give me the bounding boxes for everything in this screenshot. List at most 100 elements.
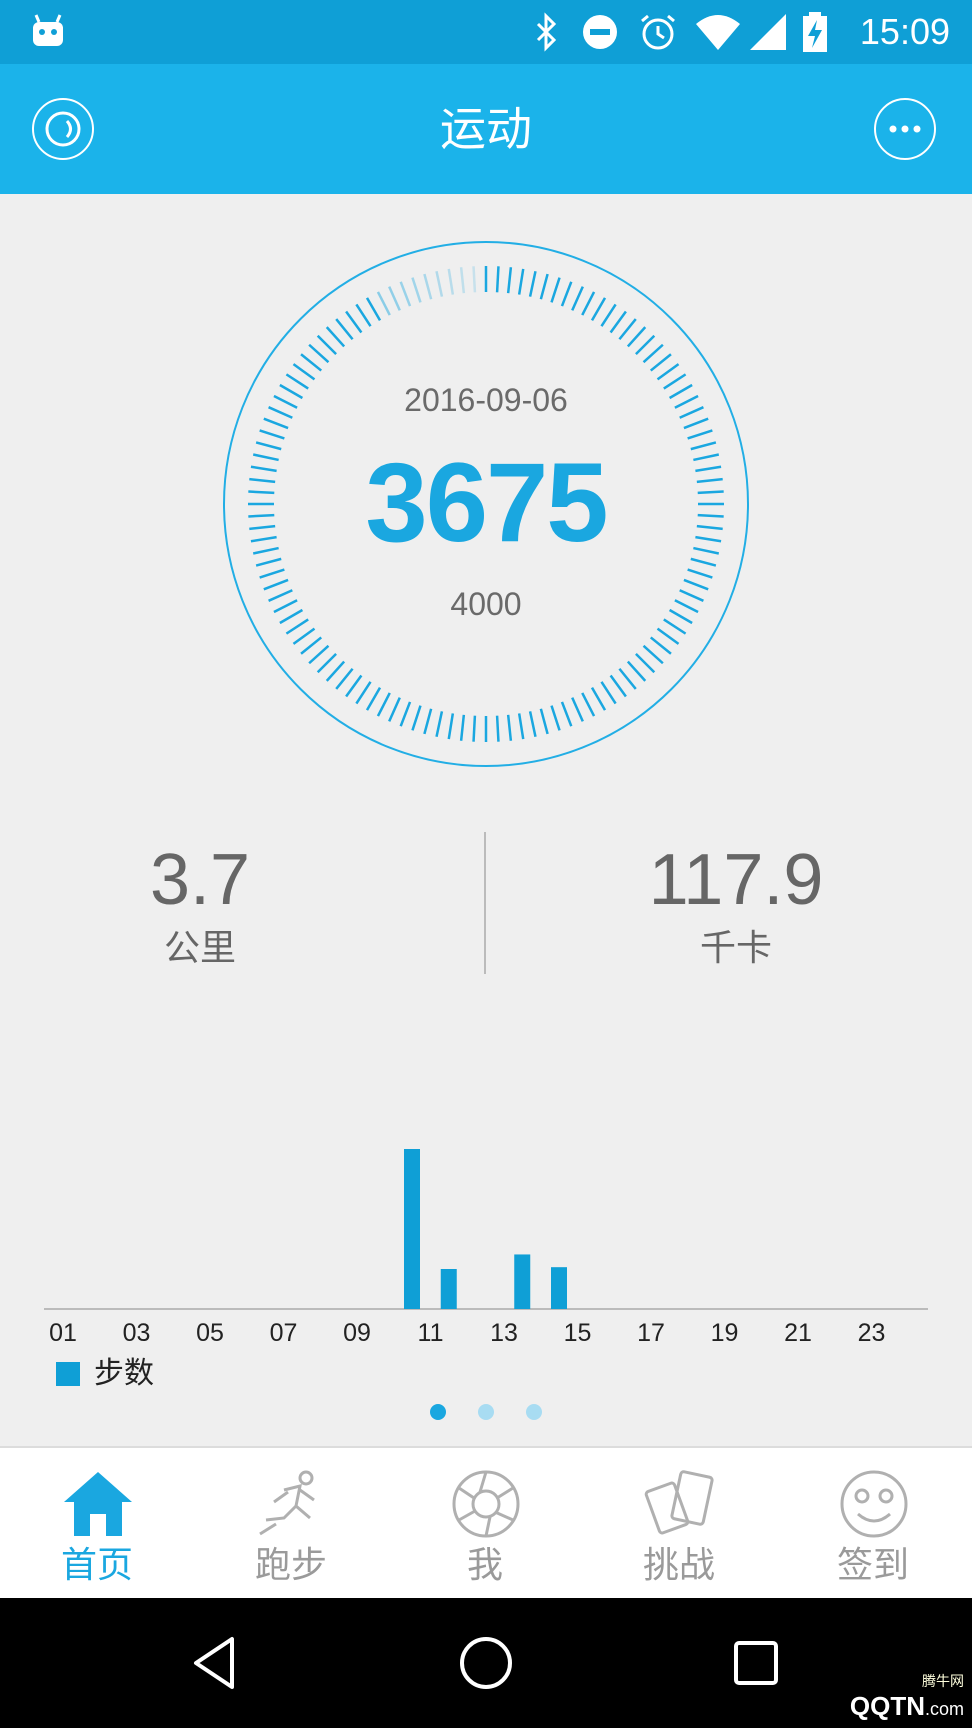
dial-tick bbox=[355, 681, 372, 705]
runner-icon bbox=[259, 1470, 315, 1536]
dial-tick bbox=[388, 697, 401, 722]
home-icon bbox=[64, 1472, 132, 1536]
do-not-disturb-icon bbox=[583, 15, 617, 49]
alarm-icon bbox=[641, 14, 675, 50]
stat-divider bbox=[484, 832, 486, 974]
dial-tick bbox=[472, 266, 477, 293]
back-icon[interactable] bbox=[186, 1633, 246, 1693]
page-dot[interactable] bbox=[526, 1404, 542, 1420]
dial-tick bbox=[528, 711, 537, 738]
dial-tick bbox=[517, 268, 525, 295]
page-dot[interactable] bbox=[430, 1404, 446, 1420]
dial-tick bbox=[683, 417, 709, 430]
tab-challenge-label: 挑战 bbox=[642, 1545, 715, 1586]
dial-tick bbox=[560, 281, 573, 307]
signal-icon bbox=[750, 14, 786, 50]
legend-swatch bbox=[56, 1362, 80, 1386]
more-button[interactable] bbox=[874, 98, 936, 160]
bottom-tab-bar: 首页 跑步 我 挑战 签到 bbox=[0, 1446, 972, 1600]
tab-home-label: 首页 bbox=[60, 1545, 133, 1586]
dial-tick bbox=[495, 715, 500, 742]
dial-tick bbox=[335, 667, 354, 690]
dial-tick bbox=[335, 318, 354, 341]
android-robot-icon bbox=[33, 14, 63, 46]
dial-tick bbox=[308, 343, 330, 364]
dial-date: 2016-09-06 bbox=[404, 382, 568, 418]
recents-icon[interactable] bbox=[726, 1633, 786, 1693]
dial-tick bbox=[581, 692, 596, 717]
dial-tick bbox=[609, 674, 627, 698]
chart-x-tick-label: 15 bbox=[564, 1319, 592, 1347]
page-indicator bbox=[0, 1404, 972, 1424]
chart-bar-hour-12 bbox=[514, 1254, 531, 1309]
step-dial[interactable]: 2016-09-06 3675 4000 bbox=[222, 240, 750, 768]
legend-label: 步数 bbox=[94, 1356, 154, 1391]
watermark-suffix: .com bbox=[924, 1699, 964, 1719]
status-bar: 15:09 bbox=[0, 0, 972, 64]
tab-checkin[interactable]: 签到 bbox=[776, 1448, 970, 1600]
dial-tick bbox=[506, 714, 513, 741]
dial-tick bbox=[388, 286, 401, 311]
chart-bar-hour-13 bbox=[551, 1267, 567, 1309]
dial-tick bbox=[581, 291, 596, 316]
tab-checkin-label: 签到 bbox=[836, 1545, 909, 1586]
dial-tick bbox=[618, 318, 637, 341]
dial-tick bbox=[411, 705, 422, 731]
dial-tick bbox=[259, 568, 285, 579]
hourly-steps-chart[interactable]: 01 03 05 07 09 11 13 15 17 19 21 23 bbox=[0, 1120, 972, 1370]
dial-tick bbox=[656, 363, 680, 381]
tab-challenge[interactable]: 挑战 bbox=[582, 1448, 776, 1600]
chart-x-tick-label: 09 bbox=[343, 1319, 371, 1347]
dial-tick bbox=[435, 711, 444, 738]
dial-tick bbox=[263, 417, 289, 430]
distance-unit: 公里 bbox=[163, 928, 236, 969]
dial-tick bbox=[459, 267, 466, 294]
chart-x-tick-label: 03 bbox=[123, 1319, 151, 1347]
dial-tick bbox=[642, 343, 664, 364]
bluetooth-icon bbox=[536, 12, 557, 52]
chart-bar-hour-10 bbox=[440, 1269, 457, 1309]
chart-x-tick-label: 07 bbox=[270, 1319, 298, 1347]
watermark-small: 腾牛网 bbox=[922, 1673, 964, 1689]
chart-x-tick-label: 05 bbox=[196, 1319, 224, 1347]
dial-tick bbox=[687, 568, 713, 579]
chart-x-tick-label: 17 bbox=[637, 1319, 665, 1347]
status-time: 15:09 bbox=[859, 11, 950, 52]
dial-tick bbox=[590, 297, 607, 322]
dial-tick bbox=[316, 653, 337, 674]
smiley-icon bbox=[840, 1470, 908, 1538]
home-circle-icon[interactable] bbox=[456, 1633, 516, 1693]
tab-home[interactable]: 首页 bbox=[0, 1448, 194, 1600]
dial-tick bbox=[618, 667, 637, 690]
step-count: 3675 bbox=[365, 440, 608, 565]
aperture-icon bbox=[452, 1470, 520, 1538]
dial-tick bbox=[355, 303, 372, 327]
cards-icon bbox=[644, 1470, 714, 1535]
dial-tick bbox=[435, 270, 444, 297]
dial-tick bbox=[590, 686, 607, 711]
watermark: 腾牛网 QQTN.com bbox=[850, 1671, 964, 1722]
dial-tick bbox=[528, 270, 537, 297]
dial-tick bbox=[550, 277, 561, 303]
page-dot[interactable] bbox=[478, 1404, 494, 1420]
dial-tick bbox=[656, 627, 680, 645]
chart-x-tick-label: 23 bbox=[858, 1319, 886, 1347]
chart-x-tick-label: 19 bbox=[711, 1319, 739, 1347]
dial-tick bbox=[308, 644, 330, 665]
dial-tick bbox=[459, 714, 466, 741]
dial-tick bbox=[649, 636, 672, 655]
dial-tick bbox=[325, 660, 346, 682]
chart-x-tick-label: 01 bbox=[49, 1319, 77, 1347]
dial-tick bbox=[345, 674, 363, 698]
tab-me-label: 我 bbox=[466, 1545, 503, 1586]
tab-me[interactable]: 我 bbox=[388, 1448, 582, 1600]
dial-tick bbox=[571, 697, 584, 722]
system-nav-bar: 腾牛网 QQTN.com bbox=[0, 1598, 972, 1728]
dial-tick bbox=[600, 681, 617, 705]
dial-tick bbox=[600, 303, 617, 327]
dial-tick bbox=[292, 363, 316, 381]
wifi-icon bbox=[696, 15, 740, 50]
watermark-brand: QQTN bbox=[849, 1691, 925, 1721]
tab-running[interactable]: 跑步 bbox=[194, 1448, 388, 1600]
dial-tick bbox=[635, 653, 656, 674]
